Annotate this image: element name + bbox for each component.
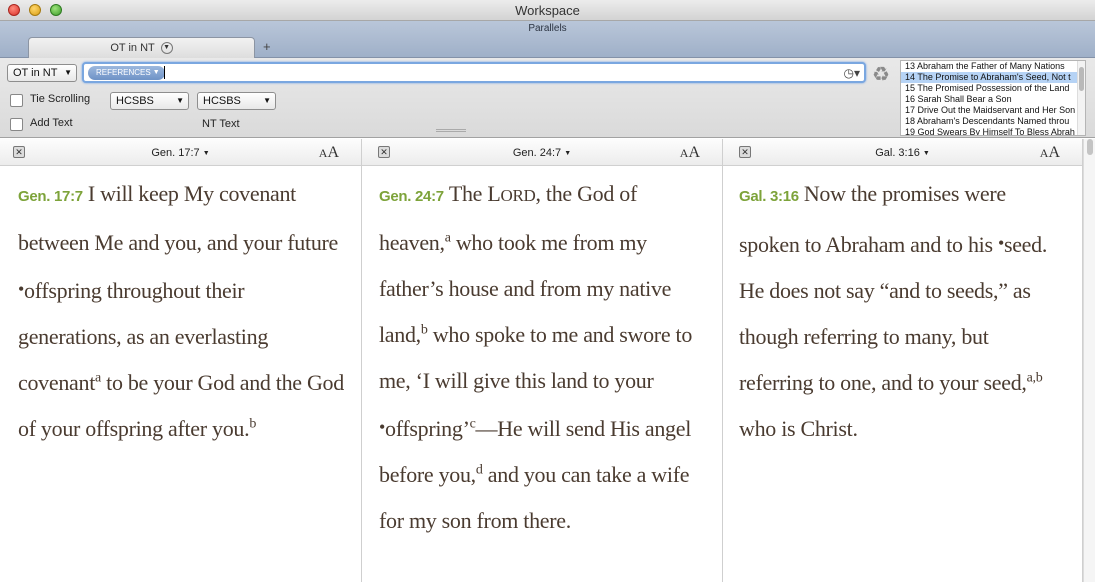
title-bar: Workspace xyxy=(0,0,1095,21)
list-item[interactable]: 15 The Promised Possession of the Land xyxy=(901,83,1085,94)
add-text-label: Add Text xyxy=(30,117,73,129)
history-clock-icon[interactable]: ◷▾ xyxy=(844,66,861,80)
list-item[interactable]: 17 Drive Out the Maidservant and Her Son xyxy=(901,105,1085,116)
chevron-down-icon: ▼ xyxy=(922,149,930,157)
pane-header: ✕ Gen. 24:7 ▼ AA xyxy=(362,139,722,166)
chevron-down-icon[interactable]: ▼ xyxy=(160,42,173,55)
tie-scrolling-label: Tie Scrolling xyxy=(30,93,91,105)
add-tab-button[interactable]: + xyxy=(263,39,271,54)
list-item[interactable]: 13 Abraham the Father of Many Nations xyxy=(901,61,1085,72)
headings-list[interactable]: 13 Abraham the Father of Many Nations 14… xyxy=(900,60,1086,136)
footnote-marker[interactable]: b xyxy=(249,417,256,432)
verse-text-run: ORD xyxy=(500,186,536,205)
list-item[interactable]: 18 Abraham's Descendants Named throu xyxy=(901,116,1085,127)
verse-reference-link[interactable]: Gal. 3:16 xyxy=(739,188,799,205)
translation-select-2[interactable]: HCSBS ▼ xyxy=(197,92,276,110)
font-size-control[interactable]: AA xyxy=(1040,144,1060,162)
parallel-pane-1: ✕ Gen. 17:7 ▼ AA Gen. 17:7 I will keep My … xyxy=(0,139,362,582)
verse-text: Gen. 17:7 I will keep My covenant between… xyxy=(18,171,348,452)
tab-bar: Parallels OT in NT ▼ + xyxy=(0,21,1095,59)
collection-select[interactable]: OT in NT ▼ xyxy=(7,64,77,82)
pane-reference-menu[interactable]: Gen. 24:7 ▼ xyxy=(362,147,722,159)
footnote-marker[interactable]: a,b xyxy=(1027,371,1043,386)
recycle-icon[interactable]: ♻ xyxy=(872,62,890,87)
translation-select-1[interactable]: HCSBS ▼ xyxy=(110,92,189,110)
scrollbar-thumb[interactable] xyxy=(1079,67,1084,91)
window-scrollbar[interactable] xyxy=(1083,139,1095,582)
chevron-down-icon: ▼ xyxy=(152,69,160,76)
translation-select-2-value: HCSBS xyxy=(203,95,241,107)
pane-reference: Gen. 17:7 xyxy=(151,147,200,159)
chevron-down-icon: ▼ xyxy=(176,96,184,105)
references-token-label: REFERENCES xyxy=(96,68,151,77)
verse-reference-link[interactable]: Gen. 17:7 xyxy=(18,188,83,205)
window-title: Workspace xyxy=(515,3,580,18)
pane-header: ✕ Gen. 17:7 ▼ AA xyxy=(0,139,361,166)
increase-font-button[interactable]: A xyxy=(1048,144,1060,161)
verse-reference-link[interactable]: Gen. 24:7 xyxy=(379,188,444,205)
verse-text: Gal. 3:16 Now the promises were spoken to… xyxy=(739,171,1064,452)
references-token[interactable]: REFERENCES ▼ xyxy=(88,66,165,80)
nt-text-label: NT Text xyxy=(202,118,240,130)
pane-reference: Gen. 24:7 xyxy=(512,147,562,159)
increase-font-button[interactable]: A xyxy=(327,144,339,161)
toolbar-splitter-handle[interactable] xyxy=(436,129,466,132)
tie-scrolling-checkbox[interactable] xyxy=(10,94,23,107)
verse-text-run: who is Christ. xyxy=(739,416,858,441)
chevron-down-icon: ▼ xyxy=(64,68,72,77)
footnote-marker[interactable]: b xyxy=(421,323,428,338)
tab-label: OT in NT xyxy=(110,42,155,54)
font-size-control[interactable]: AA xyxy=(319,144,339,162)
pane-reference: Gal. 3:16 xyxy=(875,147,920,159)
font-size-control[interactable]: AA xyxy=(680,144,700,162)
collection-select-value: OT in NT xyxy=(13,67,58,79)
pane-reference-menu[interactable]: Gen. 17:7 ▼ xyxy=(0,147,361,159)
pane-reference-menu[interactable]: Gal. 3:16 ▼ xyxy=(723,147,1082,159)
verse-text-run: offspring’ xyxy=(385,416,470,441)
increase-font-button[interactable]: A xyxy=(688,144,700,161)
list-item[interactable]: 19 God Swears By Himself To Bless Abrah xyxy=(901,127,1085,135)
chevron-down-icon: ▼ xyxy=(564,149,572,157)
chevron-down-icon: ▼ xyxy=(202,149,210,157)
scrollbar-thumb[interactable] xyxy=(1087,139,1093,155)
window-subtitle: Parallels xyxy=(528,23,567,34)
verse-text: Gen. 24:7 The LORD, the God of heaven,a w… xyxy=(379,171,709,544)
footnote-marker[interactable]: d xyxy=(476,463,483,478)
add-text-checkbox[interactable] xyxy=(10,118,23,131)
text-caret xyxy=(164,66,165,79)
search-input[interactable]: REFERENCES ▼ ◷▾ xyxy=(82,62,866,83)
verse-text-run: The L xyxy=(448,181,501,206)
translation-select-1-value: HCSBS xyxy=(116,95,154,107)
tab-ot-in-nt[interactable]: OT in NT ▼ xyxy=(28,37,255,59)
list-item[interactable]: 16 Sarah Shall Bear a Son xyxy=(901,94,1085,105)
list-item[interactable]: 14 The Promise to Abraham's Seed, Not t xyxy=(901,72,1085,83)
pane-header: ✕ Gal. 3:16 ▼ AA xyxy=(723,139,1082,166)
chevron-down-icon: ▼ xyxy=(263,96,271,105)
parallel-pane-2: ✕ Gen. 24:7 ▼ AA Gen. 24:7 The LORD, the G… xyxy=(362,139,723,582)
headings-scrollbar[interactable] xyxy=(1077,61,1085,135)
parallel-pane-3: ✕ Gal. 3:16 ▼ AA Gal. 3:16 Now the promise… xyxy=(723,139,1083,582)
